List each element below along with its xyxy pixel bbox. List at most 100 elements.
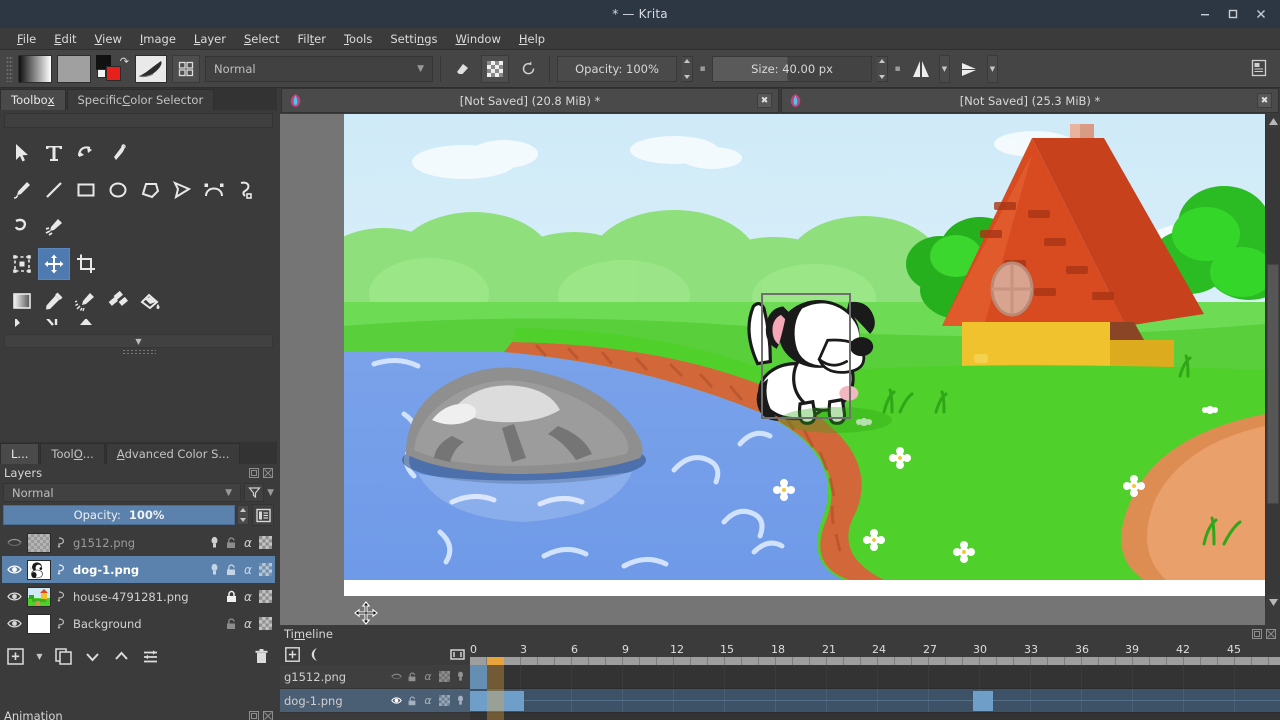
ellipse-tool-icon[interactable] (102, 174, 134, 206)
alpha-lock-icon[interactable]: α (241, 563, 255, 577)
artwork-canvas[interactable] (344, 114, 1265, 580)
alpha-inherit-icon[interactable] (258, 617, 272, 631)
measure-tool-icon[interactable] (38, 319, 70, 333)
onion-skin-toggle-icon[interactable] (207, 563, 221, 577)
edit-shapes-tool-icon[interactable] (70, 137, 102, 169)
tab-advanced-color-selector[interactable]: Advanced Color S... (105, 443, 241, 464)
menu-filter[interactable]: Filter (288, 30, 335, 48)
move-tool-icon[interactable] (38, 247, 70, 280)
tab-specific-color-selector[interactable]: Specific Color Selector (66, 89, 215, 110)
multibrush-tool-icon[interactable] (38, 211, 70, 243)
scroll-down-icon[interactable] (1266, 595, 1280, 609)
timeline-lock-icon[interactable] (406, 671, 418, 683)
menu-window[interactable]: Window (447, 30, 510, 48)
assistant-tool-icon[interactable] (6, 319, 38, 333)
toolbox-search-input[interactable] (4, 113, 273, 128)
smart-patch-tool-icon[interactable] (102, 285, 134, 317)
onion-skin-icon[interactable] (55, 590, 69, 603)
canvas-viewport[interactable] (280, 114, 1280, 625)
timeline-row-label-dog-1[interactable]: dog-1.png α (280, 689, 470, 713)
close-docker-icon[interactable] (1265, 629, 1276, 640)
timeline-onion-icon[interactable] (454, 671, 466, 683)
menu-layer[interactable]: Layer (185, 30, 235, 48)
text-tool-icon[interactable] (38, 137, 70, 169)
lock-icon[interactable] (224, 536, 238, 550)
pattern-swatch-icon[interactable] (57, 54, 91, 83)
lock-icon[interactable] (224, 563, 238, 577)
timeline-alpha-icon[interactable]: α (422, 695, 434, 707)
timeline-track-dog-1[interactable] (470, 689, 1280, 713)
polyline-tool-icon[interactable] (166, 174, 198, 206)
preserve-alpha-icon[interactable] (481, 54, 509, 83)
timeline-visibility-icon[interactable] (390, 671, 402, 683)
mirror-horizontal-icon[interactable] (907, 55, 934, 83)
layer-settings-icon[interactable] (141, 647, 160, 666)
layer-visibility-icon[interactable] (5, 534, 23, 552)
toolbox-resize-grip[interactable] (121, 349, 156, 354)
move-layer-down-icon[interactable] (83, 647, 102, 666)
opacity-options-icon[interactable]: ▪ (698, 56, 707, 82)
layer-row-background[interactable]: Background α (2, 610, 275, 637)
foreground-background-color-icon[interactable]: ↷ (96, 54, 130, 83)
timeline-alpha-inherit-icon[interactable] (438, 695, 450, 707)
onion-skin-toggle-icon[interactable] (207, 536, 221, 550)
timeline-row-label-g1512[interactable]: g1512.png α (280, 665, 470, 689)
timeline-onion-icon[interactable] (454, 695, 466, 707)
layer-row-house[interactable]: house-4791281.png α (2, 583, 275, 610)
layer-filter-icon[interactable] (244, 483, 265, 502)
brush-size-spinner[interactable] (877, 55, 888, 82)
playhead[interactable] (487, 665, 504, 720)
alpha-inherit-icon[interactable] (258, 590, 272, 604)
timeline-alpha-icon[interactable]: α (422, 671, 434, 683)
gradient-tool-icon[interactable] (6, 285, 38, 317)
float-docker-icon[interactable] (248, 710, 259, 720)
menu-edit[interactable]: Edit (45, 30, 85, 48)
fill-tool-icon[interactable] (134, 285, 166, 317)
toolbar-grip[interactable] (6, 55, 13, 82)
menu-view[interactable]: View (86, 30, 131, 48)
gradient-swatch-icon[interactable] (18, 54, 52, 83)
bezier-curve-tool-icon[interactable] (198, 174, 230, 206)
reload-preset-icon[interactable] (514, 55, 542, 83)
toolbox-collapse-button[interactable]: ▼ (4, 334, 273, 348)
canvas-vertical-scrollbar[interactable] (1265, 114, 1280, 609)
timeline-track-g1512[interactable] (470, 665, 1280, 689)
mirror-vertical-icon[interactable] (955, 55, 982, 83)
menu-file[interactable]: File (8, 30, 45, 48)
menu-help[interactable]: Help (510, 30, 554, 48)
float-docker-icon[interactable] (248, 468, 259, 479)
view-tab-1[interactable]: [Not Saved] (20.8 MiB) * ✖ (281, 88, 779, 113)
layer-opacity-spinner[interactable] (238, 505, 249, 525)
tab-toolbox[interactable]: Toolbo x (0, 89, 66, 110)
brush-size-options-icon[interactable]: ▪ (893, 56, 902, 82)
move-layer-up-icon[interactable] (112, 647, 131, 666)
add-layer-icon[interactable] (6, 647, 25, 666)
crop-tool-icon[interactable] (70, 248, 102, 280)
calligraphy-tool-icon[interactable] (102, 137, 134, 169)
tab-layers[interactable]: L... (0, 443, 40, 464)
polygon-tool-icon[interactable] (134, 174, 166, 206)
float-docker-icon[interactable] (1251, 629, 1262, 640)
minimize-icon[interactable] (1192, 1, 1218, 27)
freehand-path-tool-icon[interactable] (230, 174, 262, 206)
duplicate-layer-icon[interactable] (54, 647, 73, 666)
rectangle-tool-icon[interactable] (70, 174, 102, 206)
maximize-icon[interactable] (1220, 1, 1246, 27)
delete-layer-icon[interactable] (252, 647, 271, 666)
transform-tool-icon[interactable] (6, 248, 38, 280)
add-keyframe-icon[interactable] (284, 646, 301, 663)
timeline-tracks[interactable] (470, 665, 1280, 720)
layer-filter-chevron-icon[interactable]: ▼ (267, 488, 274, 498)
brush-size-slider[interactable]: Size: 40.00 px (712, 55, 872, 82)
scrollbar-thumb[interactable] (1267, 264, 1279, 504)
layer-visibility-icon[interactable] (5, 615, 23, 633)
mirror-horizontal-options-icon[interactable]: ▼ (939, 54, 950, 83)
lock-icon[interactable] (224, 617, 238, 631)
menu-image[interactable]: Image (131, 30, 185, 48)
onion-skin-icon[interactable] (55, 563, 69, 576)
onion-skin-icon[interactable] (307, 646, 324, 663)
scroll-up-icon[interactable] (1266, 114, 1280, 128)
timeline-ruler[interactable]: 0 3 6 9 12 15 18 21 24 27 30 33 36 39 42… (470, 643, 1280, 665)
alpha-lock-icon[interactable]: α (241, 536, 255, 550)
alpha-inherit-icon[interactable] (258, 536, 272, 550)
